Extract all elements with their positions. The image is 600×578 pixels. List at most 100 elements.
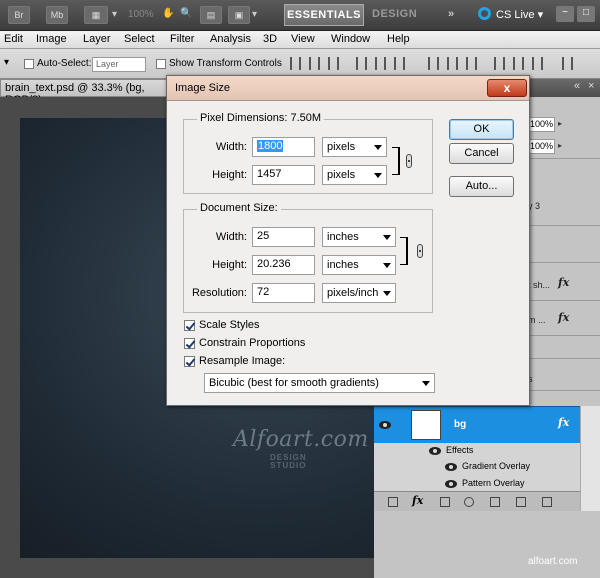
menu-image[interactable]: Image [36,33,67,45]
eye-icon[interactable] [445,480,457,488]
link-layers-icon[interactable] [388,497,398,507]
add-mask-icon[interactable] [440,497,450,507]
align-bottom-icon[interactable] [328,57,339,70]
layer-row-bg[interactable] [374,406,580,443]
menu-view[interactable]: View [291,33,315,45]
pixel-height-unit-select[interactable]: pixels [322,165,387,185]
distribute-vcenter-icon[interactable] [447,57,458,70]
align-vcenter-icon[interactable] [309,57,320,70]
menu-layer[interactable]: Layer [83,33,111,45]
distribute-hcenter-icon[interactable] [513,57,524,70]
auto-button[interactable]: Auto... [449,176,514,197]
align-right-icon[interactable] [394,57,405,70]
hand-tool-icon[interactable]: ✋ [162,8,174,26]
menu-help[interactable]: Help [387,33,410,45]
menu-edit[interactable]: Edit [4,33,23,45]
menu-3d[interactable]: 3D [263,33,277,45]
maximize-button[interactable]: □ [577,6,595,22]
workspace-essentials-button[interactable]: ESSENTIALS [284,4,364,26]
menu-analysis[interactable]: Analysis [210,33,251,45]
dialog-title-bar[interactable]: Image Size x [167,76,529,101]
gradient-overlay-item[interactable]: Gradient Overlay [462,461,530,471]
doc-height-label: Height: [212,259,247,271]
chain-link-icon [417,244,423,258]
layer-effects-icon[interactable]: fx [558,416,569,429]
auto-align-icon[interactable] [562,57,573,70]
resample-method-select[interactable]: Bicubic (best for smooth gradients) [204,373,435,393]
close-button[interactable]: x [487,79,527,97]
doc-height-input[interactable]: 20.236 [252,255,315,275]
scale-styles-checkbox[interactable] [184,320,195,331]
layer-effects-icon[interactable]: fx [558,311,569,324]
bridge-button[interactable]: Br [8,6,30,24]
pixel-width-unit-select[interactable]: pixels [322,137,387,157]
eye-icon[interactable] [445,463,457,471]
eye-icon[interactable] [379,421,391,429]
more-workspaces-icon[interactable]: » [448,8,455,20]
chevron-down-icon[interactable]: ▾ [112,9,117,27]
distribute-top-icon[interactable] [428,57,439,70]
menu-select[interactable]: Select [124,33,155,45]
workspace-design-button[interactable]: DESIGN [372,8,417,20]
resolution-input[interactable]: 72 [252,283,315,303]
auto-select-checkbox[interactable] [24,59,34,69]
layer-effects-icon[interactable]: fx [558,276,569,289]
chevron-down-icon [422,381,430,386]
collapse-panel-icon[interactable]: « [574,80,580,92]
align-left-icon[interactable] [356,57,367,70]
add-style-icon[interactable]: fx [412,494,423,507]
auto-select-label: Auto-Select: [37,58,92,69]
close-panel-icon[interactable]: × [588,80,594,92]
menu-window[interactable]: Window [331,33,370,45]
new-layer-icon[interactable] [516,497,526,507]
zoom-level[interactable]: 100% [128,9,154,27]
pixel-width-input[interactable]: 1800 [252,137,315,157]
chevron-down-icon[interactable]: ▾ [4,57,9,68]
menu-bar: Edit Image Layer Select Filter Analysis … [0,31,600,49]
doc-link-bracket [400,237,408,265]
effects-label[interactable]: Effects [446,445,473,455]
pattern-overlay-item[interactable]: Pattern Overlay [462,478,525,488]
auto-select-dropdown[interactable]: Layer [92,57,146,72]
chevron-right-icon[interactable]: ▸ [558,141,566,150]
distribute-bottom-icon[interactable] [466,57,477,70]
show-transform-checkbox[interactable] [156,59,166,69]
menu-filter[interactable]: Filter [170,33,194,45]
distribute-right-icon[interactable] [532,57,543,70]
resample-image-checkbox[interactable] [184,356,195,367]
doc-height-unit-select[interactable]: inches [322,255,396,275]
arrange-documents-icon[interactable]: ▤ [200,6,222,24]
trash-icon[interactable] [542,497,552,507]
eye-icon[interactable] [429,447,441,455]
chevron-right-icon[interactable]: ▸ [558,119,566,128]
doc-width-unit-select[interactable]: inches [322,227,396,247]
view-extras-icon[interactable]: ▦ [84,6,108,24]
align-hcenter-icon[interactable] [375,57,386,70]
credit-text: alfoart.com [528,556,578,567]
height-label: Height: [212,169,247,181]
zoom-tool-icon[interactable]: 🔍 [180,8,192,26]
cancel-button[interactable]: Cancel [449,143,514,164]
layers-scrollbar[interactable] [580,406,600,511]
chevron-down-icon [383,291,391,296]
fill-field[interactable]: 100% [527,139,555,154]
chevron-down-icon [383,235,391,240]
opacity-field[interactable]: 100% [527,117,555,132]
screen-mode-icon[interactable]: ▣ [228,6,250,24]
image-size-dialog: Image Size x Pixel Dimensions: 7.50M Wid… [166,75,530,406]
new-group-icon[interactable] [490,497,500,507]
doc-width-label: Width: [215,231,247,243]
doc-width-input[interactable]: 25 [252,227,315,247]
ok-button[interactable]: OK [449,119,514,140]
constrain-proportions-checkbox[interactable] [184,338,195,349]
document-tab[interactable]: brain_text.psd @ 33.3% (bg, RGB/8) [0,79,175,106]
chevron-down-icon[interactable]: ▾ [252,9,257,27]
resolution-unit-select[interactable]: pixels/inch [322,283,396,303]
distribute-left-icon[interactable] [494,57,505,70]
adjustment-layer-icon[interactable] [464,497,474,507]
minimize-button[interactable]: − [556,6,574,22]
cs-live-button[interactable]: CS Live ▾ [478,7,543,21]
align-top-icon[interactable] [290,57,301,70]
pixel-height-input[interactable]: 1457 [252,165,315,185]
mini-bridge-button[interactable]: Mb [46,6,68,24]
